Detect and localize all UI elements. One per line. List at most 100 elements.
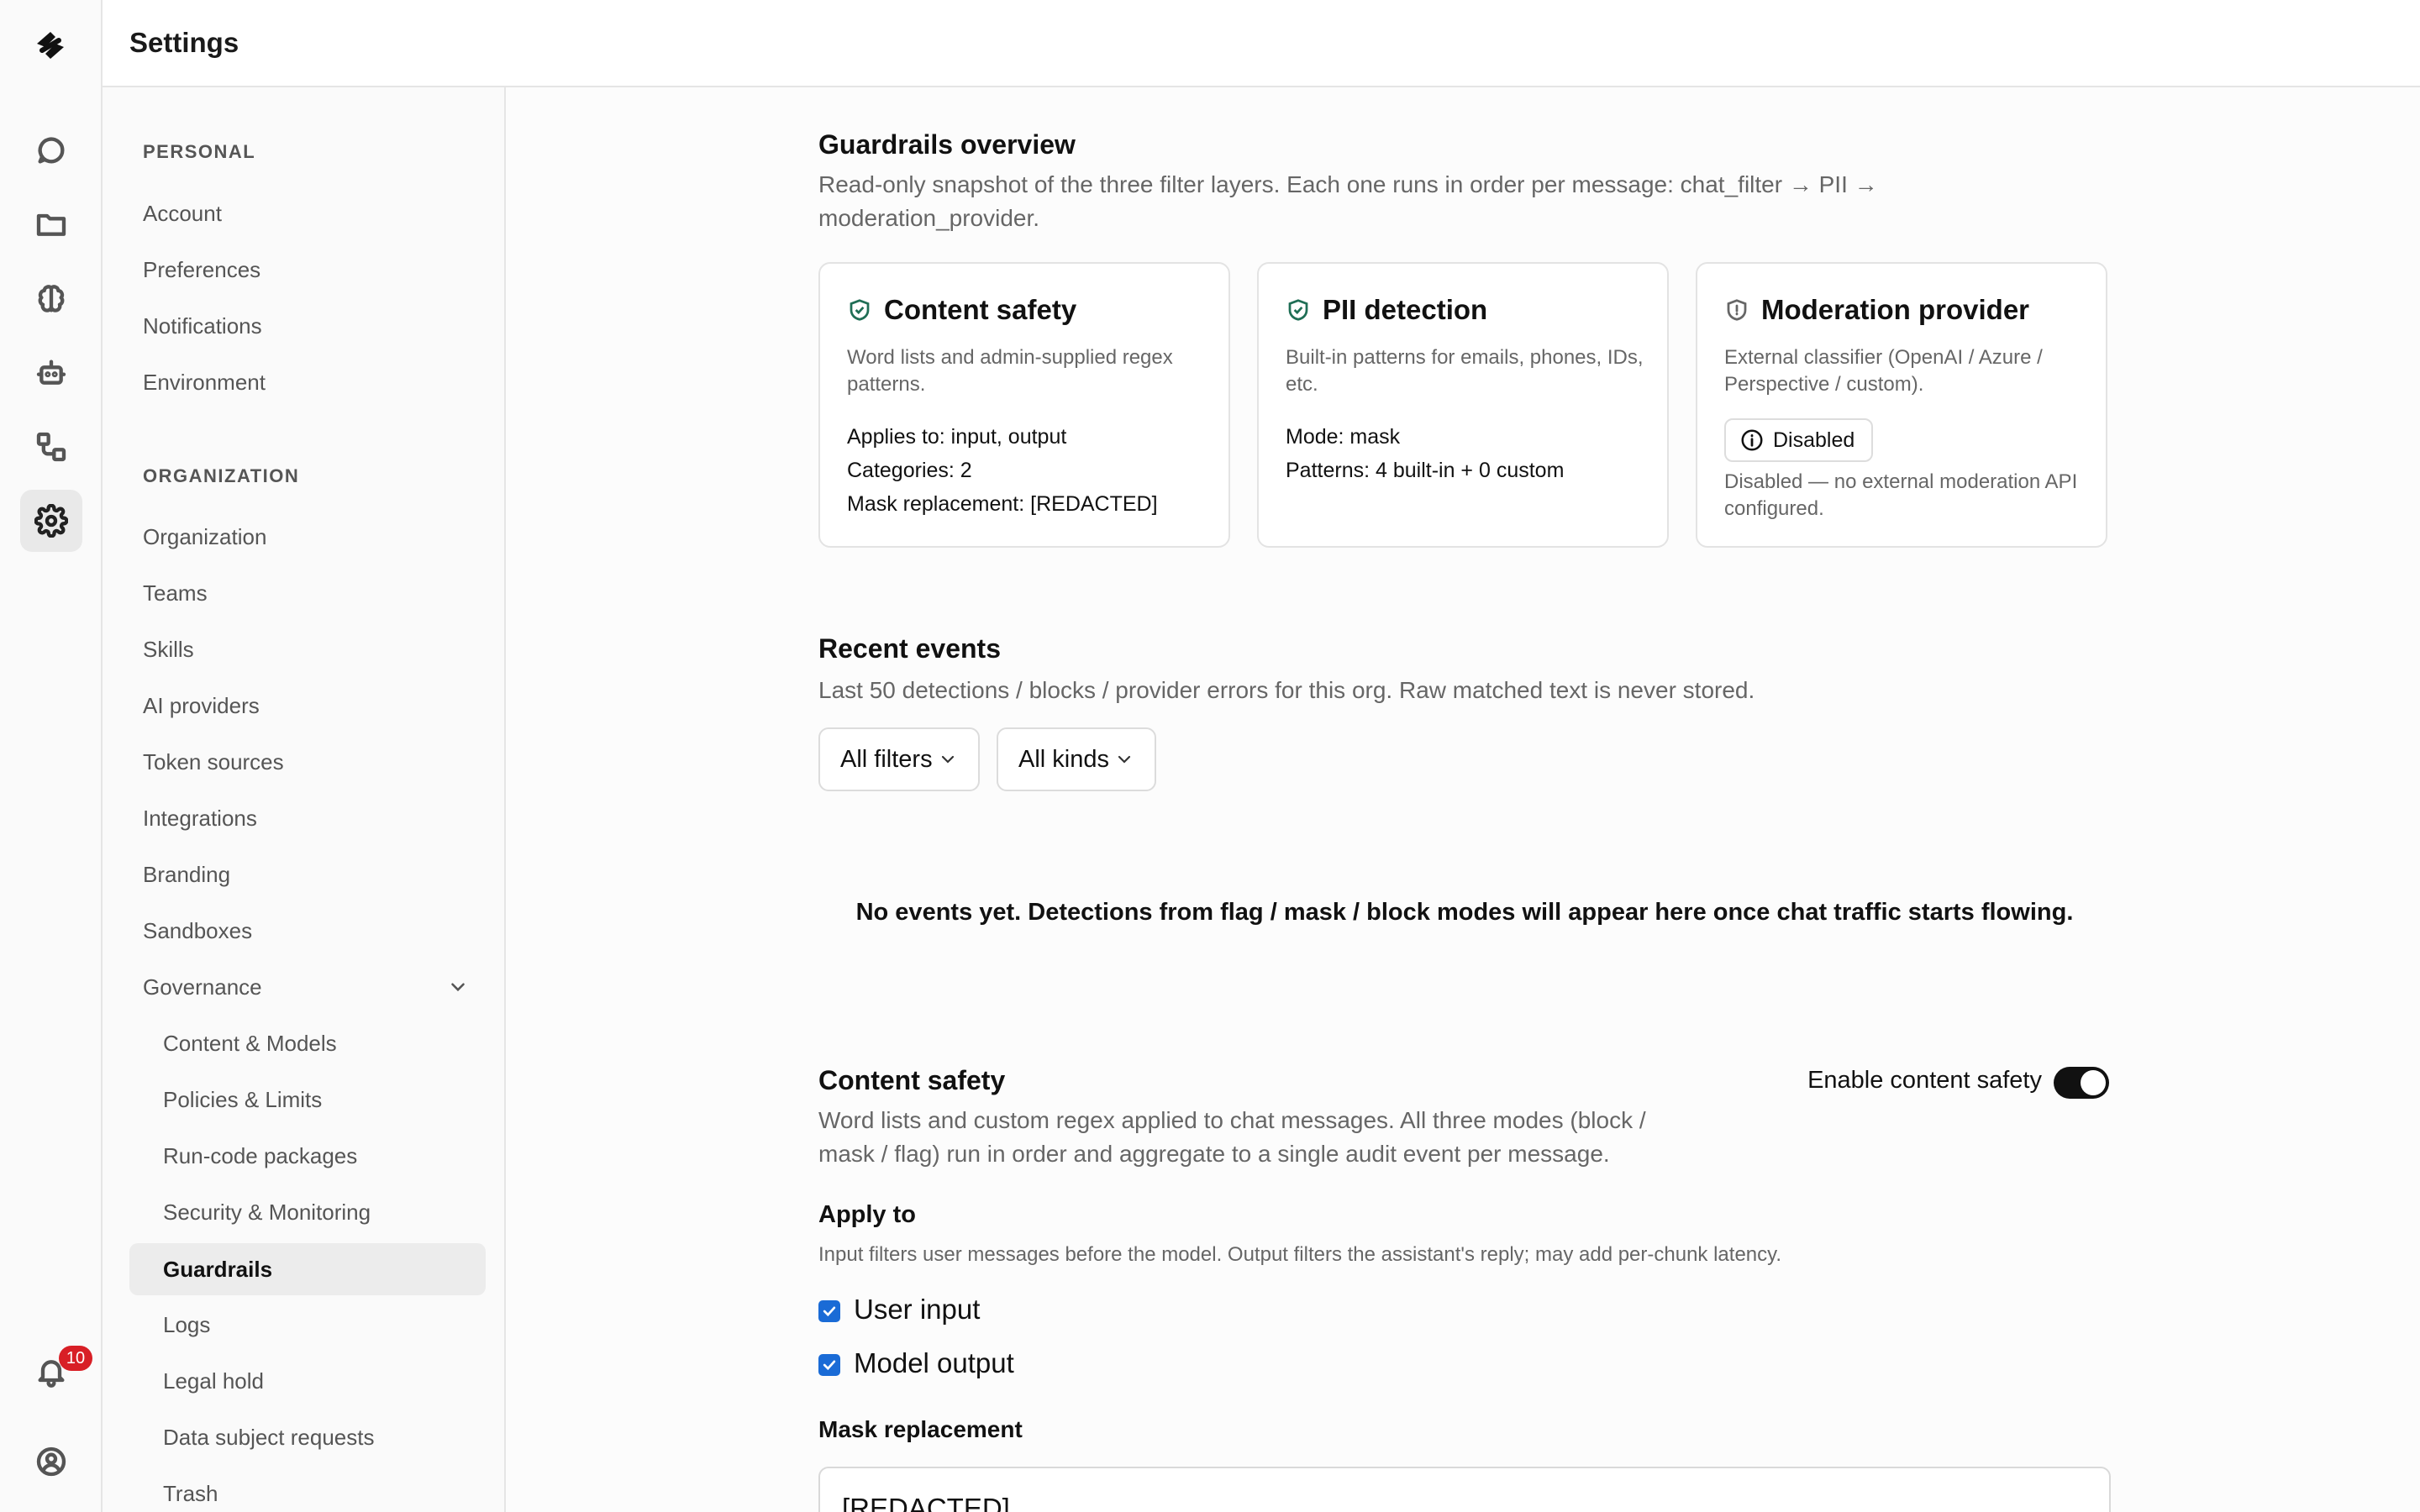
chevron-down-icon <box>1118 755 1131 764</box>
content-safety-desc-line1: Word lists and custom regex applied to c… <box>818 1107 1646 1133</box>
content-safety-section-desc: Word lists and custom regex applied to c… <box>818 1104 1743 1171</box>
nav-item-data-subject-requests[interactable]: Data subject requests <box>163 1423 374 1452</box>
moderation-card-title-text: Moderation provider <box>1761 294 2030 325</box>
nav-item-trash[interactable]: Trash <box>163 1479 218 1508</box>
moderation-status-badge: Disabled <box>1724 418 1874 462</box>
nav-item-branding[interactable]: Branding <box>143 860 230 889</box>
nav-item-run-code-packages[interactable]: Run-code packages <box>163 1142 357 1170</box>
shield-check-icon <box>850 299 870 321</box>
nav-item-guardrails[interactable]: Guardrails <box>129 1243 486 1295</box>
content-safety-toggle-label: Enable content safety <box>1807 1067 2042 1094</box>
nav-item-ai-providers[interactable]: AI providers <box>143 691 260 720</box>
content-safety-categories: Categories: 2 <box>847 459 972 482</box>
overview-description: Read-only snapshot of the three filter l… <box>818 168 1878 235</box>
pii-mode: Mode: mask <box>1286 425 1401 449</box>
mask-replacement-label: Mask replacement <box>818 1416 1023 1442</box>
rail-settings-button[interactable] <box>20 490 82 552</box>
nav-item-skills[interactable]: Skills <box>143 635 194 664</box>
kind-select-value: All kinds <box>1018 745 1109 773</box>
nav-item-content-models[interactable]: Content & Models <box>163 1029 337 1058</box>
nav-item-legal-hold[interactable]: Legal hold <box>163 1367 264 1395</box>
app-logo-icon[interactable] <box>30 25 71 66</box>
moderation-provider-card: Moderation provider External classifier … <box>1696 262 2107 548</box>
moderation-card-desc: External classifier (OpenAI / Azure / Pe… <box>1724 346 2043 396</box>
recent-events-title: Recent events <box>818 633 1001 664</box>
mask-replacement-input[interactable] <box>818 1467 2111 1512</box>
pii-card-title: PII detection <box>1286 294 1487 326</box>
recent-events-desc: Last 50 detections / blocks / provider e… <box>818 677 1755 703</box>
workflow-icon <box>36 432 66 462</box>
filter-select-value: All filters <box>840 745 933 773</box>
rail-profile-button[interactable] <box>20 1431 82 1493</box>
nav-item-integrations[interactable]: Integrations <box>143 804 257 832</box>
chevron-down-icon[interactable] <box>447 976 469 998</box>
rail-workflows-button[interactable] <box>20 416 82 478</box>
user-input-checkbox[interactable] <box>818 1300 840 1322</box>
content-safety-mask-replacement: Mask replacement: [REDACTED] <box>847 492 1158 516</box>
content-safety-section-title: Content safety <box>818 1065 1006 1095</box>
content-safety-card-title: Content safety <box>847 294 1076 326</box>
nav-heading-personal: PERSONAL <box>143 141 256 162</box>
content-safety-card-title-text: Content safety <box>884 294 1077 325</box>
bot-icon <box>36 360 66 385</box>
info-icon <box>1741 429 1763 451</box>
nav-item-organization[interactable]: Organization <box>143 522 266 551</box>
check-icon <box>823 1306 836 1317</box>
icon-rail: 10 <box>0 0 103 1512</box>
notification-count-badge: 10 <box>59 1346 92 1371</box>
page-title: Settings <box>129 27 239 58</box>
nav-item-teams[interactable]: Teams <box>143 579 208 607</box>
nav-item-notifications[interactable]: Notifications <box>143 312 262 340</box>
nav-item-preferences[interactable]: Preferences <box>143 255 260 284</box>
shield-check-icon <box>1288 299 1308 321</box>
chevron-down-icon <box>941 755 954 764</box>
nav-item-policies-limits[interactable]: Policies & Limits <box>163 1085 322 1114</box>
pii-card-title-text: PII detection <box>1323 294 1488 325</box>
settings-nav: PERSONAL Account Preferences Notificatio… <box>103 87 506 1512</box>
pii-card-desc: Built-in patterns for emails, phones, ID… <box>1286 346 1644 396</box>
folder-icon <box>36 213 66 236</box>
content-safety-desc-line2: mask / flag) run in order and aggregate … <box>818 1141 1610 1167</box>
page-header: Settings <box>103 0 2420 87</box>
nav-item-account[interactable]: Account <box>143 199 222 228</box>
chat-icon <box>38 137 65 164</box>
overview-desc-line2: moderation_provider. <box>818 205 1040 231</box>
apply-to-help: Input filters user messages before the m… <box>818 1243 1782 1266</box>
moderation-note: Disabled — no external moderation API co… <box>1724 470 2078 520</box>
nav-item-environment[interactable]: Environment <box>143 368 266 396</box>
user-input-label[interactable]: User input <box>854 1294 980 1326</box>
overview-title: Guardrails overview <box>818 129 1076 160</box>
apply-to-label: Apply to <box>818 1201 916 1228</box>
nav-heading-organization: ORGANIZATION <box>143 465 300 486</box>
model-output-checkbox[interactable] <box>818 1354 840 1376</box>
content-safety-card: Content safety Word lists and admin-supp… <box>818 262 1230 548</box>
moderation-card-title: Moderation provider <box>1724 294 2029 326</box>
nav-item-logs[interactable]: Logs <box>163 1310 210 1339</box>
rail-files-button[interactable] <box>20 193 82 255</box>
model-output-label[interactable]: Model output <box>854 1347 1014 1379</box>
kind-select[interactable]: All kinds <box>997 727 1156 791</box>
rail-chat-button[interactable] <box>20 119 82 181</box>
content-safety-applies-to: Applies to: input, output <box>847 425 1067 449</box>
filter-select[interactable]: All filters <box>818 727 980 791</box>
moderation-status-text: Disabled <box>1773 428 1855 452</box>
pii-patterns: Patterns: 4 built-in + 0 custom <box>1286 459 1565 482</box>
nav-item-sandboxes[interactable]: Sandboxes <box>143 916 252 945</box>
events-empty-state: No events yet. Detections from flag / ma… <box>855 899 2074 926</box>
shield-icon <box>1727 299 1747 321</box>
rail-knowledge-button[interactable] <box>20 268 82 330</box>
check-icon <box>823 1360 836 1371</box>
overview-desc-line1: Read-only snapshot of the three filter l… <box>818 171 1878 197</box>
content-safety-toggle[interactable] <box>2054 1067 2109 1099</box>
user-circle-icon <box>36 1446 66 1477</box>
content-safety-card-desc: Word lists and admin-supplied regex patt… <box>847 346 1173 396</box>
rail-agents-button[interactable] <box>20 342 82 404</box>
nav-item-governance[interactable]: Governance <box>143 973 262 1001</box>
brain-icon <box>38 285 65 312</box>
nav-item-token-sources[interactable]: Token sources <box>143 748 284 776</box>
gear-icon <box>34 504 68 538</box>
pii-detection-card: PII detection Built-in patterns for emai… <box>1257 262 1669 548</box>
nav-item-security-monitoring[interactable]: Security & Monitoring <box>163 1198 371 1226</box>
main-content: Guardrails overview Read-only snapshot o… <box>506 87 2420 1512</box>
rail-notifications-button[interactable]: 10 <box>20 1341 92 1403</box>
